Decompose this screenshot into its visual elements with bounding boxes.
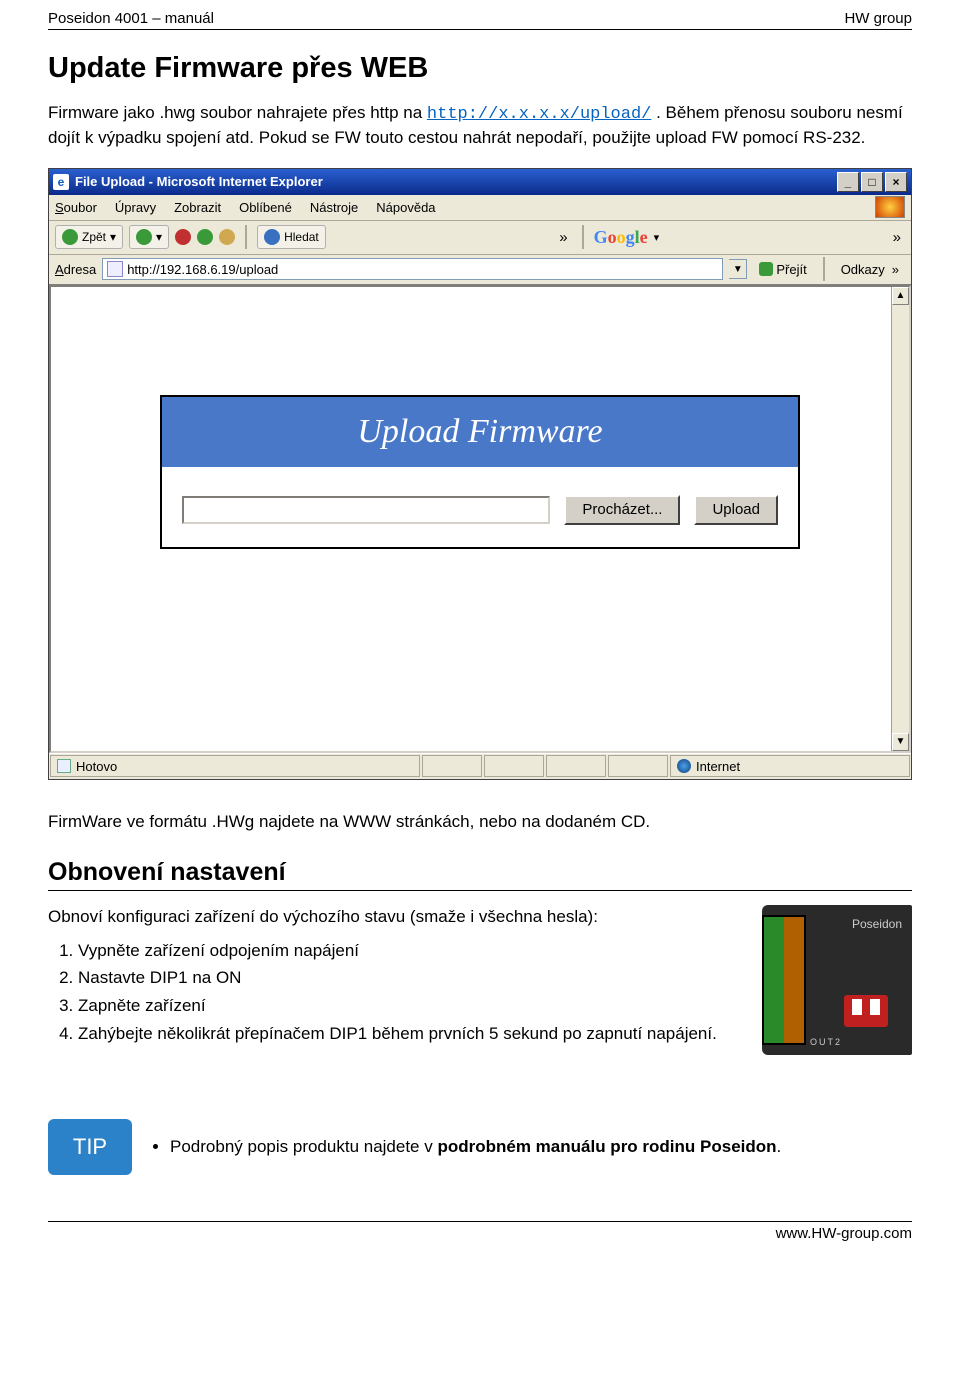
- scroll-down-icon[interactable]: ▼: [892, 733, 909, 751]
- upload-button[interactable]: Upload: [694, 495, 778, 525]
- upload-form: Procházet... Upload: [162, 467, 798, 547]
- ie-throbber-icon: [875, 196, 905, 218]
- scrollbar[interactable]: ▲ ▼: [891, 287, 909, 751]
- ie-window: e File Upload - Microsoft Internet Explo…: [48, 168, 912, 780]
- status-cell: [608, 755, 668, 777]
- address-bar: Adresa http://192.168.6.19/upload ▼ Přej…: [49, 255, 911, 285]
- search-button[interactable]: Hledat: [257, 225, 326, 249]
- status-bar: Hotovo Internet: [49, 753, 911, 779]
- address-value: http://192.168.6.19/upload: [127, 262, 278, 277]
- home-icon[interactable]: [219, 229, 235, 245]
- google-overflow-icon[interactable]: »: [889, 229, 905, 246]
- go-button[interactable]: Přejít: [753, 262, 812, 277]
- maximize-button[interactable]: □: [861, 172, 883, 192]
- menubar: Soubor Úpravy Zobrazit Oblíbené Nástroje…: [49, 195, 911, 221]
- toolbar-overflow-icon[interactable]: »: [555, 229, 571, 246]
- tip-badge: TIP: [48, 1119, 132, 1175]
- back-button[interactable]: Zpět ▾: [55, 225, 123, 249]
- status-zone: Internet: [670, 755, 910, 777]
- address-input[interactable]: http://192.168.6.19/upload: [102, 258, 723, 280]
- search-icon: [264, 229, 280, 245]
- firmware-caption: FirmWare ve formátu .HWg najdete na WWW …: [48, 812, 912, 832]
- window-title: File Upload - Microsoft Internet Explore…: [75, 174, 323, 189]
- menu-zobrazit[interactable]: Zobrazit: [174, 200, 221, 215]
- page-footer: www.HW-group.com: [48, 1221, 912, 1242]
- step-3: Zapněte zařízení: [78, 994, 748, 1018]
- restore-intro: Obnoví konfiguraci zařízení do výchozího…: [48, 905, 748, 929]
- toolbar-separator: [245, 225, 247, 249]
- restore-heading: Obnovení nastavení: [48, 858, 912, 891]
- menu-nastroje[interactable]: Nástroje: [310, 200, 358, 215]
- close-button[interactable]: ×: [885, 172, 907, 192]
- upload-panel-heading: Upload Firmware: [162, 397, 798, 467]
- step-1: Vypněte zařízení odpojením napájení: [78, 939, 748, 963]
- header-left: Poseidon 4001 – manuál: [48, 10, 214, 27]
- forward-button[interactable]: ▾: [129, 225, 169, 249]
- address-label: Adresa: [55, 262, 96, 277]
- toolbar-separator: [582, 225, 584, 249]
- stop-icon[interactable]: [175, 229, 191, 245]
- page-header: Poseidon 4001 – manuál HW group: [48, 10, 912, 30]
- header-right: HW group: [844, 10, 912, 27]
- internet-zone-icon: [677, 759, 691, 773]
- page-title: Update Firmware přes WEB: [48, 52, 912, 85]
- status-cell: [484, 755, 544, 777]
- done-icon: [57, 759, 71, 773]
- upload-url-link[interactable]: http://x.x.x.x/upload/: [427, 105, 651, 124]
- scroll-up-icon[interactable]: ▲: [892, 287, 909, 305]
- window-titlebar: e File Upload - Microsoft Internet Explo…: [49, 169, 911, 195]
- restore-text: Obnoví konfiguraci zařízení do výchozího…: [48, 905, 748, 1050]
- nav-toolbar: Zpět ▾ ▾ Hledat » Google ▾ »: [49, 221, 911, 255]
- go-arrow-icon: [759, 262, 773, 276]
- menu-napoveda[interactable]: Nápověda: [376, 200, 435, 215]
- step-4: Zahýbejte několikrát přepínačem DIP1 běh…: [78, 1022, 748, 1046]
- upload-firmware-panel: Upload Firmware Procházet... Upload: [160, 395, 800, 549]
- device-photo: OUT2: [762, 905, 912, 1055]
- status-cell: [546, 755, 606, 777]
- dip-switch-icon: [844, 995, 888, 1027]
- ie-page-icon: e: [53, 174, 69, 190]
- google-toolbar-logo[interactable]: Google: [594, 227, 648, 248]
- browser-viewport: Upload Firmware Procházet... Upload ▲ ▼: [49, 285, 911, 753]
- restore-steps: Vypněte zařízení odpojením napájení Nast…: [54, 939, 748, 1046]
- back-arrow-icon: [62, 229, 78, 245]
- tip-callout: TIP Podrobný popis produktu najdete v po…: [48, 1119, 912, 1175]
- step-2: Nastavte DIP1 na ON: [78, 966, 748, 990]
- file-path-input[interactable]: [182, 496, 550, 524]
- forward-arrow-icon: [136, 229, 152, 245]
- status-cell: [422, 755, 482, 777]
- address-dropdown-icon[interactable]: ▼: [729, 259, 747, 279]
- menu-oblibene[interactable]: Oblíbené: [239, 200, 292, 215]
- menu-upravy[interactable]: Úpravy: [115, 200, 156, 215]
- device-labels: OUT2: [810, 1037, 842, 1047]
- menu-soubor[interactable]: Soubor: [55, 200, 97, 215]
- links-button[interactable]: Odkazy »: [835, 262, 905, 277]
- refresh-icon[interactable]: [197, 229, 213, 245]
- page-icon: [107, 261, 123, 277]
- tip-text: Podrobný popis produktu najdete v podrob…: [150, 1119, 912, 1175]
- intro-paragraph: Firmware jako .hwg soubor nahrajete přes…: [48, 102, 912, 150]
- minimize-button[interactable]: _: [837, 172, 859, 192]
- status-main: Hotovo: [50, 755, 420, 777]
- browse-button[interactable]: Procházet...: [564, 495, 680, 525]
